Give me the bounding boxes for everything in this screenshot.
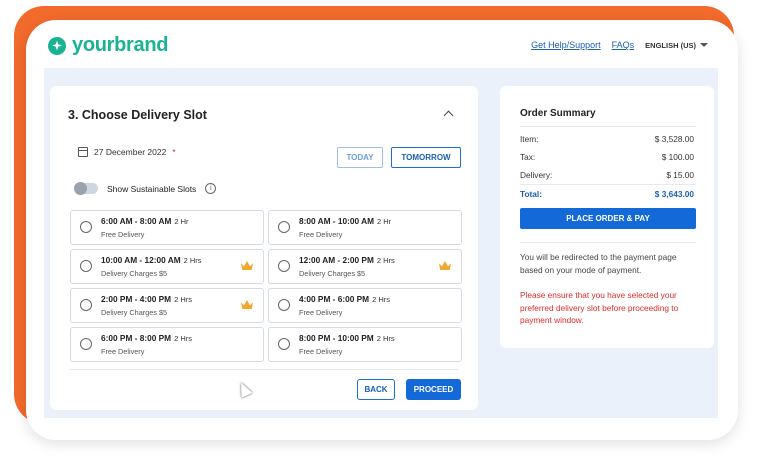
- delivery-label: Delivery:: [520, 170, 553, 180]
- slot-note: Free Delivery: [101, 347, 145, 356]
- date-value: 27 December 2022: [94, 147, 167, 157]
- calendar-icon: [78, 147, 88, 157]
- radio-button[interactable]: [80, 338, 92, 350]
- divider: [520, 242, 696, 243]
- slot-duration: 2 Hrs: [376, 256, 395, 265]
- sustainable-label: Show Sustainable Slots: [107, 183, 197, 194]
- slot-time: 6:00 PM - 8:00 PM: [101, 333, 172, 343]
- sustainable-toggle[interactable]: [74, 182, 98, 195]
- slot-option[interactable]: 12:00 AM - 2:00 PM 2 Hrs Delivery Charges…: [268, 249, 462, 284]
- slot-duration: 2 Hrs: [183, 256, 202, 265]
- place-order-button[interactable]: PLACE ORDER & PAY: [520, 208, 696, 229]
- radio-button[interactable]: [278, 221, 290, 233]
- slot-option[interactable]: 8:00 PM - 10:00 PM 2 Hrs Free Delivery: [268, 327, 462, 362]
- sustainable-toggle-row: Show Sustainable Slots i: [74, 182, 217, 195]
- slot-option[interactable]: 2:00 PM - 4:00 PM 2 Hrs Delivery Charges …: [70, 288, 264, 323]
- slot-option[interactable]: 10:00 AM - 12:00 AM 2 Hrs Delivery Charge…: [70, 249, 264, 284]
- divider: [520, 126, 696, 127]
- slot-grid: 6:00 AM - 8:00 AM 2 Hr Free Delivery 8:00…: [70, 210, 462, 362]
- delivery-slot-panel: 3. Choose Delivery Slot 27 December 2022…: [50, 86, 478, 410]
- proceed-button[interactable]: PROCEED: [406, 379, 461, 400]
- crown-icon: [439, 261, 451, 270]
- slot-note: Free Delivery: [299, 347, 343, 356]
- slot-note: Delivery Charges $5: [101, 308, 168, 317]
- radio-button[interactable]: [278, 299, 290, 311]
- radio-button[interactable]: [80, 299, 92, 311]
- slot-time: 10:00 AM - 12:00 AM: [101, 255, 181, 265]
- crown-icon: [241, 261, 253, 270]
- total-label: Total:: [520, 189, 542, 199]
- language-label: ENGLISH (US): [645, 40, 696, 50]
- slot-option[interactable]: 4:00 PM - 6:00 PM 2 Hrs Free Delivery: [268, 288, 462, 323]
- info-icon[interactable]: i: [205, 183, 217, 194]
- total-value: $ 3,643.00: [654, 189, 694, 199]
- slot-time: 4:00 PM - 6:00 PM: [299, 294, 370, 304]
- slot-note: Delivery Charges $5: [101, 269, 168, 278]
- slot-option[interactable]: 6:00 AM - 8:00 AM 2 Hr Free Delivery: [70, 210, 264, 245]
- slot-time: 8:00 AM - 10:00 AM: [299, 216, 374, 226]
- slot-note: Free Delivery: [299, 308, 343, 317]
- tax-value: $ 100.00: [661, 152, 694, 162]
- delivery-row: Delivery: $ 15.00: [520, 170, 694, 180]
- tax-row: Tax: $ 100.00: [520, 152, 694, 162]
- tomorrow-button[interactable]: TOMORROW: [391, 147, 461, 168]
- delivery-value: $ 15.00: [666, 170, 694, 180]
- slot-note: Free Delivery: [299, 230, 343, 239]
- slot-duration: 2 Hrs: [174, 295, 193, 304]
- slot-time: 2:00 PM - 4:00 PM: [101, 294, 172, 304]
- order-summary-panel: Order Summary Item: $ 3,528.00 Tax: $ 10…: [500, 86, 714, 348]
- slot-duration: 2 Hrs: [372, 295, 391, 304]
- total-row: Total: $ 3,643.00: [520, 189, 694, 199]
- tax-label: Tax:: [520, 152, 536, 162]
- slot-note: Free Delivery: [101, 230, 145, 239]
- app-window: yourbrand Get Help/Support FAQs ENGLISH …: [26, 20, 738, 440]
- mouse-cursor-icon: [235, 380, 253, 398]
- required-mark: *: [172, 147, 176, 157]
- divider: [70, 369, 458, 370]
- brand-logo-icon: [48, 36, 66, 55]
- top-nav: Get Help/Support FAQs ENGLISH (US): [531, 40, 708, 50]
- slot-duration: 2 Hrs: [376, 334, 395, 343]
- slot-option[interactable]: 6:00 PM - 8:00 PM 2 Hrs Free Delivery: [70, 327, 264, 362]
- back-button[interactable]: BACK: [357, 379, 395, 400]
- item-label: Item:: [520, 134, 539, 144]
- redirect-note: You will be redirected to the payment pa…: [520, 252, 677, 275]
- order-summary-title: Order Summary: [520, 108, 596, 119]
- slot-duration: 2 Hr: [377, 217, 392, 226]
- language-selector[interactable]: ENGLISH (US): [645, 41, 708, 50]
- warning-note: Please ensure that you have selected you…: [520, 290, 679, 325]
- item-value: $ 3,528.00: [654, 134, 694, 144]
- brand-logo[interactable]: yourbrand: [48, 34, 169, 57]
- slot-duration: 2 Hrs: [174, 334, 193, 343]
- chevron-down-icon: [700, 43, 708, 47]
- help-link[interactable]: Get Help/Support: [531, 40, 601, 50]
- brand-name: yourbrand: [72, 34, 169, 56]
- slot-time: 6:00 AM - 8:00 AM: [101, 216, 172, 226]
- radio-button[interactable]: [80, 260, 92, 272]
- collapse-chevron-icon[interactable]: [443, 110, 454, 121]
- faqs-link[interactable]: FAQs: [612, 40, 635, 50]
- slot-time: 12:00 AM - 2:00 PM: [299, 255, 374, 265]
- main-content: 3. Choose Delivery Slot 27 December 2022…: [44, 68, 718, 418]
- radio-button[interactable]: [278, 260, 290, 272]
- slot-note: Delivery Charges $5: [299, 269, 366, 278]
- radio-button[interactable]: [278, 338, 290, 350]
- slot-option[interactable]: 8:00 AM - 10:00 AM 2 Hr Free Delivery: [268, 210, 462, 245]
- slot-time: 8:00 PM - 10:00 PM: [299, 333, 374, 343]
- radio-button[interactable]: [80, 221, 92, 233]
- item-row: Item: $ 3,528.00: [520, 134, 694, 144]
- slot-duration: 2 Hr: [174, 217, 189, 226]
- today-button[interactable]: TODAY: [337, 147, 383, 168]
- divider: [520, 184, 696, 185]
- delivery-date[interactable]: 27 December 2022 *: [78, 147, 176, 157]
- crown-icon: [241, 300, 253, 309]
- section-title: 3. Choose Delivery Slot: [68, 108, 207, 122]
